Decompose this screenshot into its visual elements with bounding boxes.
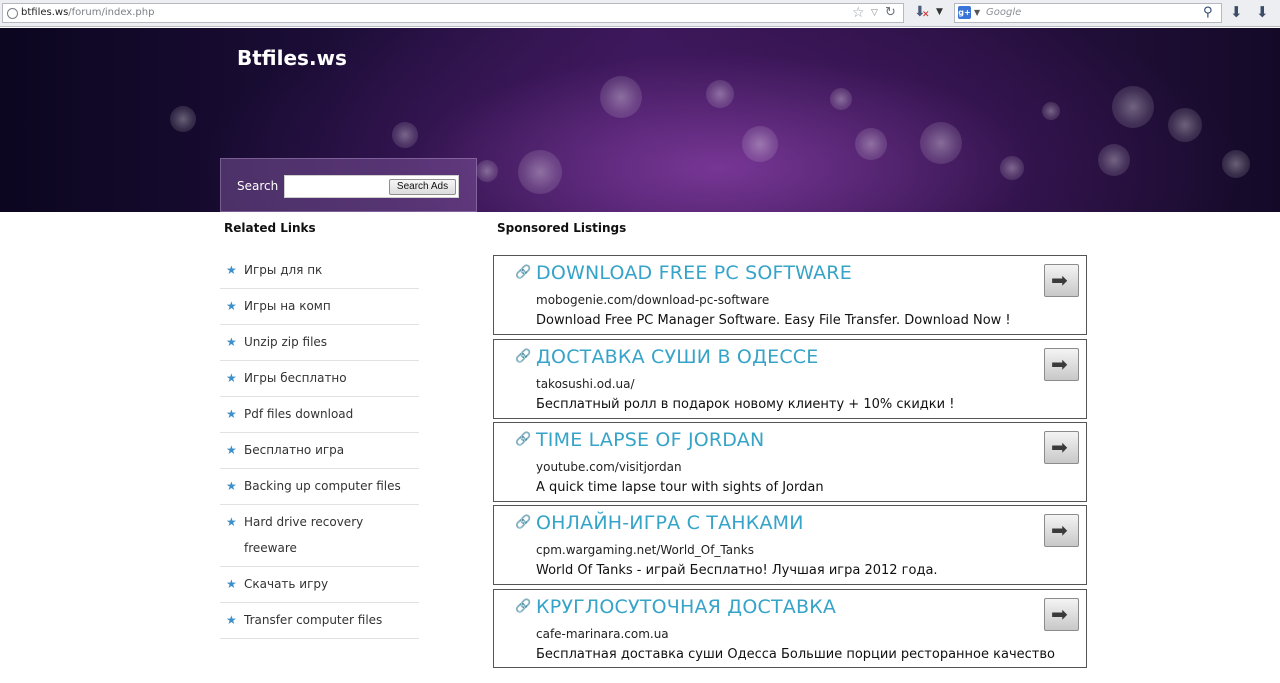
related-link[interactable]: ★ Бесплатно игра xyxy=(220,433,419,469)
sponsored-listings-title: Sponsored Listings xyxy=(497,221,627,235)
bokeh-decoration xyxy=(706,80,734,108)
arrow-right-icon: ➡ xyxy=(1051,352,1068,376)
bokeh-decoration xyxy=(742,126,778,162)
dropdown-arrow-icon[interactable]: ▽ xyxy=(871,4,878,23)
site-title[interactable]: Btfiles.ws xyxy=(237,46,347,70)
star-icon: ★ xyxy=(226,443,237,457)
related-link[interactable]: ★ Игры для пк xyxy=(220,253,419,289)
listing-title[interactable]: TIME LAPSE OF JORDAN xyxy=(536,429,764,451)
sponsored-listing[interactable]: 🔗 TIME LAPSE OF JORDAN youtube.com/visit… xyxy=(493,422,1087,502)
bokeh-decoration xyxy=(830,88,852,110)
browser-toolbar: btfiles.ws/forum/index.php ☆ ▽ ↻ ⬇ ✕ ▼ g+… xyxy=(0,0,1280,27)
related-link[interactable]: ★ Pdf files download xyxy=(220,397,419,433)
link-icon: 🔗 xyxy=(515,432,532,447)
link-icon: 🔗 xyxy=(515,265,532,280)
arrow-right-icon: ➡ xyxy=(1051,435,1068,459)
listing-url[interactable]: cafe-marinara.com.ua xyxy=(536,627,669,641)
related-links-title: Related Links xyxy=(224,221,316,235)
listing-description: A quick time lapse tour with sights of J… xyxy=(536,480,824,495)
star-icon: ★ xyxy=(226,577,237,591)
search-panel: Search Search Ads xyxy=(220,158,477,212)
bokeh-decoration xyxy=(1168,108,1202,142)
sponsored-listing[interactable]: 🔗 КРУГЛОСУТОЧНАЯ ДОСТАВКА cafe-marinara.… xyxy=(493,589,1087,668)
listing-title[interactable]: КРУГЛОСУТОЧНАЯ ДОСТАВКА xyxy=(536,596,836,618)
related-link[interactable]: ★ Скачать игру xyxy=(220,567,419,603)
go-arrow-button[interactable]: ➡ xyxy=(1044,598,1079,631)
search-ads-button[interactable]: Search Ads xyxy=(389,179,456,195)
related-link[interactable]: ★ Игры на комп xyxy=(220,289,419,325)
listing-title[interactable]: ОНЛАЙН-ИГРА С ТАНКАМИ xyxy=(536,512,804,534)
go-arrow-button[interactable]: ➡ xyxy=(1044,514,1079,547)
address-bar[interactable]: btfiles.ws/forum/index.php ☆ ▽ ↻ xyxy=(2,3,904,23)
listing-title[interactable]: DOWNLOAD FREE PC SOFTWARE xyxy=(536,262,852,284)
bookmark-star-icon[interactable]: ☆ xyxy=(852,4,865,22)
bokeh-decoration xyxy=(518,150,562,194)
listing-url[interactable]: cpm.wargaming.net/World_Of_Tanks xyxy=(536,543,754,557)
star-icon: ★ xyxy=(226,515,237,529)
browser-search-input[interactable]: Google xyxy=(986,7,1021,18)
bokeh-decoration xyxy=(476,160,498,182)
bokeh-decoration xyxy=(392,122,418,148)
related-link[interactable]: ★ Игры бесплатно xyxy=(220,361,419,397)
star-icon: ★ xyxy=(226,299,237,313)
search-input[interactable]: Search Ads xyxy=(284,175,459,198)
sponsored-listing[interactable]: 🔗 ДОСТАВКА СУШИ В ОДЕССЕ takosushi.od.ua… xyxy=(493,339,1087,419)
listing-description: Download Free PC Manager Software. Easy … xyxy=(536,313,1011,328)
bokeh-decoration xyxy=(1222,150,1250,178)
google-icon[interactable]: g+ xyxy=(958,6,971,19)
bokeh-decoration xyxy=(920,122,962,164)
star-icon: ★ xyxy=(226,371,237,385)
link-icon: 🔗 xyxy=(515,515,532,530)
favicon-icon xyxy=(7,8,18,19)
header-banner: Btfiles.ws Search Search Ads xyxy=(0,28,1280,212)
related-link[interactable]: ★ Hard drive recovery freeware xyxy=(220,505,419,567)
related-links-list: ★ Игры для пк ★ Игры на комп ★ Unzip zip fi… xyxy=(220,253,419,639)
bokeh-decoration xyxy=(855,128,887,160)
sponsored-listing[interactable]: 🔗 ОНЛАЙН-ИГРА С ТАНКАМИ cpm.wargaming.ne… xyxy=(493,505,1087,585)
engine-dropdown-icon[interactable]: ▼ xyxy=(974,4,980,22)
listing-description: Бесплатная доставка суши Одесса Большие … xyxy=(536,647,1055,662)
bokeh-decoration xyxy=(1112,86,1154,128)
listing-url[interactable]: mobogenie.com/download-pc-software xyxy=(536,293,769,307)
go-arrow-button[interactable]: ➡ xyxy=(1044,348,1079,381)
arrow-right-icon: ➡ xyxy=(1051,602,1068,626)
related-link[interactable]: ★ Transfer computer files xyxy=(220,603,419,639)
arrow-right-icon: ➡ xyxy=(1051,518,1068,542)
download-addon-icon[interactable]: ⬇ ✕ xyxy=(912,4,930,22)
star-icon: ★ xyxy=(226,407,237,421)
star-icon: ★ xyxy=(226,335,237,349)
url-text[interactable]: btfiles.ws/forum/index.php xyxy=(21,7,154,18)
bokeh-decoration xyxy=(600,76,642,118)
search-magnifier-icon[interactable]: ⚲ xyxy=(1203,4,1213,21)
link-icon: 🔗 xyxy=(515,599,532,614)
browser-search-bar[interactable]: g+ ▼ Google ⚲ xyxy=(954,3,1222,23)
bokeh-decoration xyxy=(1098,144,1130,176)
link-icon: 🔗 xyxy=(515,349,532,364)
arrow-right-icon: ➡ xyxy=(1051,268,1068,292)
star-icon: ★ xyxy=(226,479,237,493)
listing-title[interactable]: ДОСТАВКА СУШИ В ОДЕССЕ xyxy=(536,346,818,368)
related-link[interactable]: ★ Backing up computer files xyxy=(220,469,419,505)
related-link[interactable]: ★ Unzip zip files xyxy=(220,325,419,361)
sponsored-listing[interactable]: 🔗 DOWNLOAD FREE PC SOFTWARE mobogenie.co… xyxy=(493,255,1087,335)
bokeh-decoration xyxy=(1000,156,1024,180)
bokeh-decoration xyxy=(1042,102,1060,120)
search-label: Search xyxy=(237,179,279,193)
go-arrow-button[interactable]: ➡ xyxy=(1044,264,1079,297)
reload-icon[interactable]: ↻ xyxy=(885,4,896,22)
star-icon: ★ xyxy=(226,263,237,277)
addon-dropdown-icon[interactable]: ▼ xyxy=(936,4,943,20)
menu-arrow-icon[interactable]: ⬇ xyxy=(1256,3,1269,21)
listing-url[interactable]: takosushi.od.ua/ xyxy=(536,377,635,391)
bokeh-decoration xyxy=(170,106,196,132)
listing-description: Бесплатный ролл в подарок новому клиенту… xyxy=(536,397,955,412)
star-icon: ★ xyxy=(226,613,237,627)
downloads-arrow-icon[interactable]: ⬇ xyxy=(1230,3,1243,21)
listing-description: World Of Tanks - играй Бесплатно! Лучшая… xyxy=(536,563,938,578)
listing-url[interactable]: youtube.com/visitjordan xyxy=(536,460,682,474)
go-arrow-button[interactable]: ➡ xyxy=(1044,431,1079,464)
